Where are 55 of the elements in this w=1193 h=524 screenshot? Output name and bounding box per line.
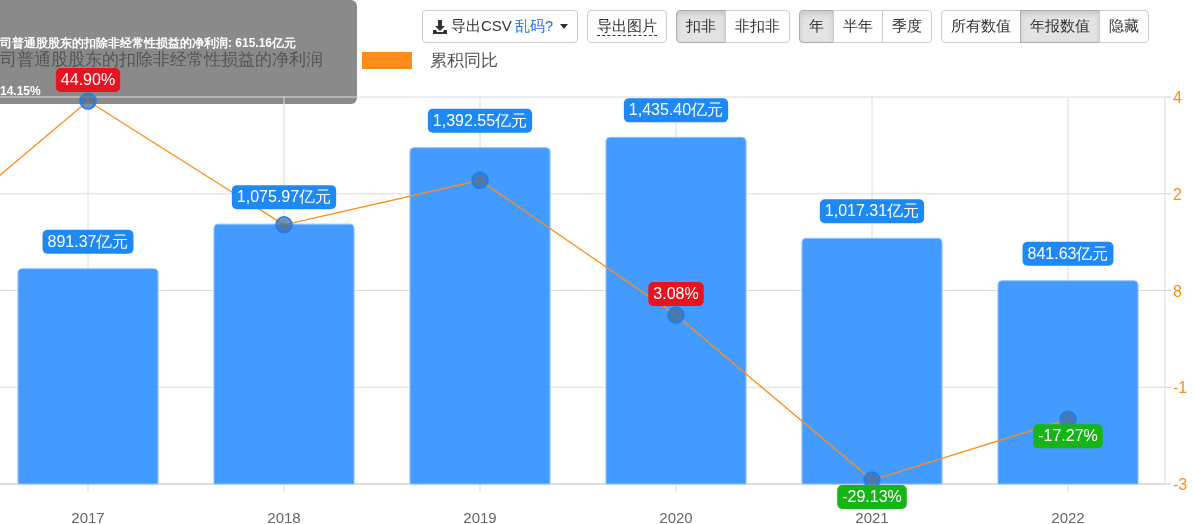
axis-tick-label: 8 xyxy=(1173,282,1182,300)
data-label: 3.08% xyxy=(648,282,704,307)
tooltip-text: 14.15% xyxy=(0,84,41,98)
data-label: 1,017.31亿元 xyxy=(824,202,920,220)
axis-tick-label: 2019 xyxy=(463,509,497,524)
data-label: 1,435.40亿元 xyxy=(628,101,724,119)
bar[interactable] xyxy=(17,268,159,485)
data-label: -17.27% xyxy=(1038,427,1098,445)
download-icon xyxy=(432,18,448,35)
data-label: -17.27% xyxy=(1033,424,1103,449)
axis-tick-label: -3 xyxy=(1173,476,1188,493)
tooltip-text: 司普通股股东的扣除非经常性损益的净利润: 615.16亿元 xyxy=(0,36,297,50)
data-label: 1,075.97亿元 xyxy=(236,188,332,206)
data-label: 1,392.55亿元 xyxy=(432,111,528,129)
bar[interactable] xyxy=(801,237,943,485)
data-label: 3.08% xyxy=(653,285,699,303)
data-label: 44.90% xyxy=(55,68,121,92)
data-label: 891.37亿元 xyxy=(47,232,129,250)
toggle-button[interactable]: 隐藏 xyxy=(1099,10,1150,43)
axis-tick-label: 2020 xyxy=(659,509,693,524)
data-label: 44.90% xyxy=(60,70,116,88)
toggle-button[interactable]: 年报数值 xyxy=(1020,10,1101,43)
data-label: 1,435.40亿元 xyxy=(623,98,729,123)
line-point[interactable] xyxy=(79,92,97,110)
export-csv-button[interactable]: 导出CSV 乱码? xyxy=(422,10,579,43)
data-label: 841.63亿元 xyxy=(1022,241,1114,266)
caret-icon xyxy=(560,24,569,29)
bar[interactable] xyxy=(605,136,747,485)
axis-tick-label: 2021 xyxy=(855,509,889,524)
toggle-button[interactable]: 扣非 xyxy=(676,10,727,43)
toggle-button[interactable]: 年 xyxy=(799,10,835,43)
line-point[interactable] xyxy=(275,216,293,234)
encoding-help-link[interactable]: 乱码? xyxy=(514,17,554,36)
toggle-button[interactable]: 半年 xyxy=(833,10,884,43)
axis-tick-label: 2018 xyxy=(267,509,301,524)
toggle-button[interactable]: 季度 xyxy=(882,10,933,43)
axis-tick-label: 2 xyxy=(1173,185,1182,203)
axis-tick-label: 2017 xyxy=(71,509,105,524)
bar[interactable] xyxy=(409,147,551,485)
legend-label[interactable]: 累积同比 xyxy=(430,52,498,69)
bar[interactable] xyxy=(997,280,1139,485)
data-label: 841.63亿元 xyxy=(1027,244,1109,262)
axis-tick-label: 4 xyxy=(1173,89,1182,106)
data-label: 1,392.55亿元 xyxy=(427,108,533,133)
data-label: 1,075.97亿元 xyxy=(231,185,337,210)
export-image-button[interactable]: 导出图片 xyxy=(587,10,668,43)
axis-tick-label: 2022 xyxy=(1051,509,1085,524)
data-label: -29.13% xyxy=(842,488,902,506)
data-label: 1,017.31亿元 xyxy=(819,199,925,224)
export-csv-label: 导出CSV xyxy=(451,17,512,36)
data-label: -29.13% xyxy=(837,485,907,509)
data-label: 891.37亿元 xyxy=(42,229,134,254)
toggle-button[interactable]: 非扣非 xyxy=(725,10,791,43)
axis-tick-label: -1 xyxy=(1173,379,1188,397)
toggle-button[interactable]: 所有数值 xyxy=(941,10,1022,43)
